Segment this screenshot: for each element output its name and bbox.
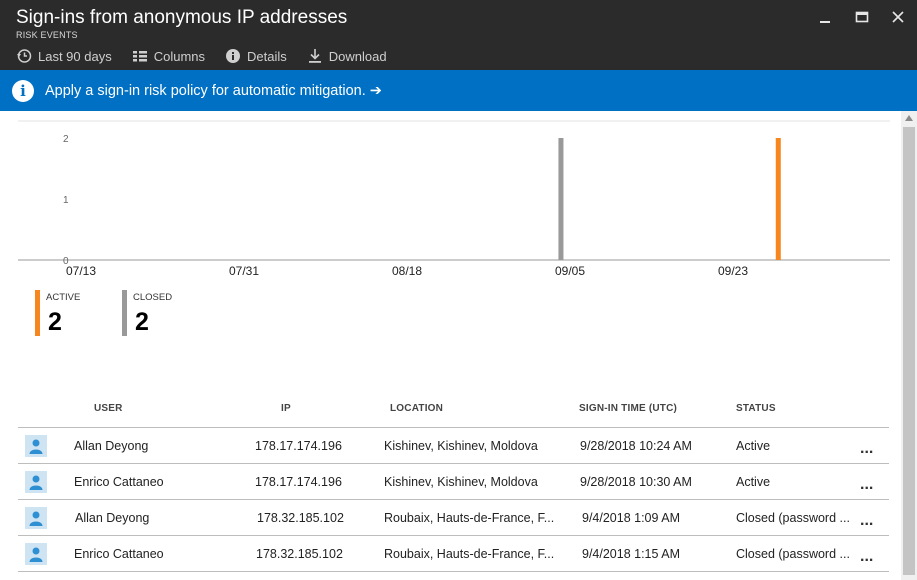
column-header-location[interactable]: LOCATION bbox=[390, 403, 443, 414]
details-label: Details bbox=[247, 48, 287, 64]
summary-closed-count: 2 bbox=[135, 308, 149, 336]
last-90-days-label: Last 90 days bbox=[38, 48, 112, 64]
scrollbar-thumb[interactable] bbox=[903, 127, 915, 575]
toolbar: Last 90 days Columns Details Download bbox=[16, 47, 407, 65]
table-row[interactable]: Enrico Cattaneo 178.17.174.196 Kishinev,… bbox=[18, 464, 889, 500]
x-tick-label: 07/31 bbox=[229, 264, 259, 278]
column-header-status[interactable]: STATUS bbox=[736, 403, 776, 414]
cell-location: Kishinev, Kishinev, Moldova bbox=[384, 475, 538, 489]
row-more-button[interactable]: ... bbox=[860, 440, 873, 458]
x-tick-label: 09/05 bbox=[555, 264, 585, 278]
cell-sign-in-time: 9/28/2018 10:24 AM bbox=[580, 439, 692, 453]
summary-closed-bar bbox=[122, 290, 127, 336]
user-avatar-icon bbox=[25, 507, 47, 529]
cell-sign-in-time: 9/28/2018 10:30 AM bbox=[580, 475, 692, 489]
user-avatar-icon bbox=[25, 471, 47, 493]
cell-status: Closed (password ... bbox=[736, 511, 850, 525]
banner-text: Apply a sign-in risk policy for automati… bbox=[45, 82, 382, 99]
cell-sign-in-time: 9/4/2018 1:15 AM bbox=[582, 547, 680, 561]
cell-sign-in-time: 9/4/2018 1:09 AM bbox=[582, 511, 680, 525]
table-row[interactable]: Allan Deyong 178.32.185.102 Roubaix, Hau… bbox=[18, 500, 889, 536]
row-more-button[interactable]: ... bbox=[860, 548, 873, 566]
cell-ip: 178.32.185.102 bbox=[256, 547, 343, 561]
column-header-user[interactable]: USER bbox=[94, 403, 123, 414]
maximize-icon bbox=[855, 11, 869, 23]
summary-active-count: 2 bbox=[48, 308, 62, 336]
risk-events-table: USER IP LOCATION SIGN-IN TIME (UTC) STAT… bbox=[18, 394, 889, 572]
download-label: Download bbox=[328, 48, 387, 64]
y-tick-label: 2 bbox=[63, 134, 69, 145]
chart-bar-active bbox=[775, 138, 781, 260]
cell-user: Allan Deyong bbox=[74, 439, 149, 453]
column-header-ip[interactable]: IP bbox=[281, 403, 291, 414]
cell-user: Enrico Cattaneo bbox=[74, 547, 164, 561]
cell-location: Roubaix, Hauts-de-France, F... bbox=[384, 511, 555, 525]
details-button[interactable]: Details bbox=[225, 48, 287, 64]
cell-location: Roubaix, Hauts-de-France, F... bbox=[384, 547, 555, 561]
cell-user: Allan Deyong bbox=[75, 511, 150, 525]
vertical-scrollbar[interactable] bbox=[901, 111, 917, 580]
last-90-days-button[interactable]: Last 90 days bbox=[16, 48, 112, 64]
page-title: Sign-ins from anonymous IP addresses bbox=[16, 7, 348, 28]
cell-status: Active bbox=[736, 475, 771, 489]
row-more-button[interactable]: ... bbox=[860, 476, 873, 494]
x-tick-label: 09/23 bbox=[718, 264, 748, 278]
info-icon bbox=[226, 49, 241, 63]
cell-user: Enrico Cattaneo bbox=[74, 475, 164, 489]
page-subtitle: RISK EVENTS bbox=[16, 30, 78, 40]
cell-ip: 178.32.185.102 bbox=[257, 511, 344, 525]
close-icon bbox=[892, 11, 904, 23]
chart-bar-closed bbox=[558, 138, 564, 260]
cell-ip: 178.17.174.196 bbox=[255, 475, 342, 489]
download-button[interactable]: Download bbox=[307, 48, 387, 64]
risk-policy-banner[interactable]: i Apply a sign-in risk policy for automa… bbox=[0, 70, 917, 111]
cell-location: Kishinev, Kishinev, Moldova bbox=[384, 439, 538, 453]
cell-status: Closed (password ... bbox=[736, 547, 850, 561]
columns-icon bbox=[132, 51, 147, 62]
maximize-button[interactable] bbox=[851, 6, 873, 28]
row-more-button[interactable]: ... bbox=[860, 512, 873, 530]
user-avatar-icon bbox=[25, 543, 47, 565]
table-row[interactable]: Allan Deyong 178.17.174.196 Kishinev, Ki… bbox=[18, 428, 889, 464]
summary-active-label: ACTIVE bbox=[46, 292, 81, 303]
scroll-up-icon[interactable] bbox=[905, 115, 913, 121]
x-tick-label: 07/13 bbox=[66, 264, 96, 278]
cell-status: Active bbox=[736, 439, 771, 453]
table-header: USER IP LOCATION SIGN-IN TIME (UTC) STAT… bbox=[18, 394, 889, 428]
minimize-button[interactable] bbox=[814, 6, 836, 28]
title-bar: Sign-ins from anonymous IP addresses RIS… bbox=[0, 0, 917, 70]
user-avatar-icon bbox=[25, 435, 47, 457]
summary-active-bar bbox=[35, 290, 40, 336]
info-icon: i bbox=[12, 79, 34, 102]
close-button[interactable] bbox=[887, 6, 909, 28]
column-header-sign-in-time[interactable]: SIGN-IN TIME (UTC) bbox=[579, 403, 677, 414]
minimize-icon bbox=[820, 21, 830, 23]
columns-label: Columns bbox=[153, 48, 206, 64]
cell-ip: 178.17.174.196 bbox=[255, 439, 342, 453]
columns-button[interactable]: Columns bbox=[132, 49, 205, 64]
blade-content: 0 1 2 07/13 07/31 08/18 09/05 09/23 ACTIVE 2 CL… bbox=[0, 111, 901, 580]
y-tick-label: 1 bbox=[63, 195, 69, 206]
risk-events-chart: 01207/13 07/31 08/18 09/05 09/23 bbox=[18, 120, 890, 278]
table-row[interactable]: Enrico Cattaneo 178.32.185.102 Roubaix, … bbox=[18, 536, 889, 572]
summary-closed-label: CLOSED bbox=[133, 292, 173, 303]
x-tick-label: 08/18 bbox=[392, 264, 422, 278]
download-icon bbox=[308, 49, 321, 63]
history-icon bbox=[17, 49, 32, 63]
